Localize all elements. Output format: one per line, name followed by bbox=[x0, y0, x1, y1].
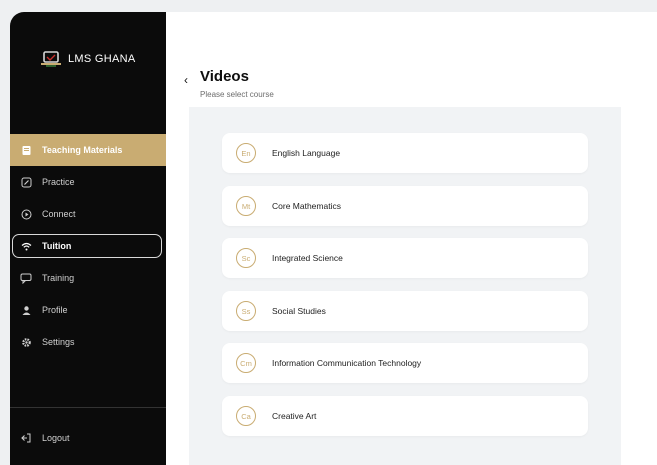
course-card-ict[interactable]: Cm Information Communication Technology bbox=[222, 343, 588, 383]
sidebar-item-connect[interactable]: Connect bbox=[10, 198, 166, 230]
logout-label: Logout bbox=[42, 433, 70, 443]
pencil-icon bbox=[20, 176, 32, 188]
sidebar-item-label: Profile bbox=[42, 305, 68, 315]
book-icon bbox=[20, 144, 32, 156]
sidebar-item-training[interactable]: Training bbox=[10, 262, 166, 294]
course-badge: Mt bbox=[236, 196, 256, 216]
course-badge: Cm bbox=[236, 353, 256, 373]
brand-name: LMS GHANA bbox=[68, 53, 136, 65]
sidebar-item-tuition[interactable]: Tuition bbox=[10, 230, 166, 262]
sidebar-nav: Teaching Materials Practice Connect Tuit… bbox=[10, 134, 166, 358]
sidebar-item-label: Connect bbox=[42, 209, 76, 219]
course-card-mathematics[interactable]: Mt Core Mathematics bbox=[222, 186, 588, 226]
course-card-social-studies[interactable]: Ss Social Studies bbox=[222, 291, 588, 331]
course-card-english[interactable]: En English Language bbox=[222, 133, 588, 173]
sidebar-item-settings[interactable]: Settings bbox=[10, 326, 166, 358]
course-badge: Ss bbox=[236, 301, 256, 321]
chat-icon bbox=[20, 272, 32, 284]
sidebar-item-practice[interactable]: Practice bbox=[10, 166, 166, 198]
course-name: Integrated Science bbox=[272, 253, 343, 263]
laptop-logo-icon bbox=[40, 51, 62, 67]
play-circle-icon bbox=[20, 208, 32, 220]
focus-outline bbox=[12, 234, 162, 258]
sidebar-item-label: Training bbox=[42, 273, 75, 283]
course-badge: Ca bbox=[236, 406, 256, 426]
app-frame: LMS GHANA Teaching Materials Practice Co… bbox=[10, 12, 657, 465]
course-name: Creative Art bbox=[272, 411, 317, 421]
main-content: ‹ Videos Please select course En English… bbox=[166, 12, 657, 465]
sidebar-item-label: Teaching Materials bbox=[42, 145, 123, 155]
back-chevron-icon[interactable]: ‹ bbox=[184, 73, 188, 87]
sidebar-item-label: Practice bbox=[42, 177, 75, 187]
logout-button[interactable]: Logout bbox=[10, 424, 166, 452]
course-list: En English Language Mt Core Mathematics … bbox=[189, 107, 621, 465]
sidebar-divider bbox=[10, 407, 166, 408]
user-icon bbox=[20, 304, 32, 316]
page-subtitle: Please select course bbox=[200, 90, 274, 99]
course-card-creative-art[interactable]: Ca Creative Art bbox=[222, 396, 588, 436]
sidebar-item-label: Settings bbox=[42, 337, 75, 347]
wifi-icon bbox=[20, 240, 32, 252]
course-name: Social Studies bbox=[272, 306, 326, 316]
course-name: Core Mathematics bbox=[272, 201, 341, 211]
sidebar-item-teaching-materials[interactable]: Teaching Materials bbox=[10, 134, 166, 166]
course-name: Information Communication Technology bbox=[272, 358, 422, 368]
sidebar: LMS GHANA Teaching Materials Practice Co… bbox=[10, 12, 166, 465]
course-badge: Sc bbox=[236, 248, 256, 268]
course-badge: En bbox=[236, 143, 256, 163]
sidebar-item-label: Tuition bbox=[42, 241, 72, 251]
logout-icon bbox=[20, 432, 32, 444]
brand-logo[interactable]: LMS GHANA bbox=[40, 51, 136, 67]
page-title: Videos bbox=[200, 68, 249, 85]
course-card-science[interactable]: Sc Integrated Science bbox=[222, 238, 588, 278]
sidebar-item-profile[interactable]: Profile bbox=[10, 294, 166, 326]
gear-icon bbox=[20, 336, 32, 348]
course-name: English Language bbox=[272, 148, 341, 158]
